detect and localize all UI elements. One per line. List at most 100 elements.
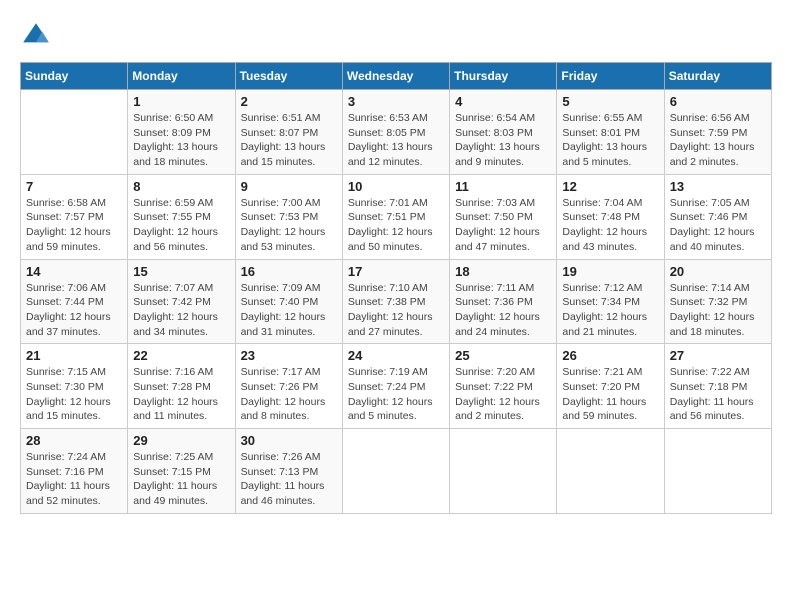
day-info: Sunrise: 7:01 AM Sunset: 7:51 PM Dayligh… — [348, 196, 444, 255]
day-cell — [21, 90, 128, 175]
day-number: 2 — [241, 94, 337, 109]
day-cell: 24 Sunrise: 7:19 AM Sunset: 7:24 PM Dayli… — [342, 344, 449, 429]
header-thursday: Thursday — [450, 63, 557, 90]
header-wednesday: Wednesday — [342, 63, 449, 90]
day-info: Sunrise: 7:26 AM Sunset: 7:13 PM Dayligh… — [241, 450, 337, 509]
day-cell: 17 Sunrise: 7:10 AM Sunset: 7:38 PM Dayli… — [342, 259, 449, 344]
day-info: Sunrise: 6:53 AM Sunset: 8:05 PM Dayligh… — [348, 111, 444, 170]
day-number: 17 — [348, 264, 444, 279]
day-cell: 13Sunrise: 7:05 AM Sunset: 7:46 PM Dayli… — [664, 174, 771, 259]
day-number: 29 — [133, 433, 229, 448]
day-info: Sunrise: 7:14 AM Sunset: 7:32 PM Dayligh… — [670, 281, 766, 340]
header-row: SundayMondayTuesdayWednesdayThursdayFrid… — [21, 63, 772, 90]
day-info: Sunrise: 6:51 AM Sunset: 8:07 PM Dayligh… — [241, 111, 337, 170]
week-row-3: 21 Sunrise: 7:15 AM Sunset: 7:30 PM Dayli… — [21, 344, 772, 429]
day-number: 28 — [26, 433, 122, 448]
day-cell: 5Sunrise: 6:55 AM Sunset: 8:01 PM Daylig… — [557, 90, 664, 175]
day-cell: 26 Sunrise: 7:21 AM Sunset: 7:20 PM Dayli… — [557, 344, 664, 429]
day-info: Sunrise: 7:06 AM Sunset: 7:44 PM Dayligh… — [26, 281, 122, 340]
day-cell — [557, 429, 664, 514]
day-number: 10 — [348, 179, 444, 194]
day-cell: 22Sunrise: 7:16 AM Sunset: 7:28 PM Dayli… — [128, 344, 235, 429]
day-cell: 14 Sunrise: 7:06 AM Sunset: 7:44 PM Dayli… — [21, 259, 128, 344]
day-info: Sunrise: 6:59 AM Sunset: 7:55 PM Dayligh… — [133, 196, 229, 255]
day-number: 24 — [348, 348, 444, 363]
day-info: Sunrise: 7:17 AM Sunset: 7:26 PM Dayligh… — [241, 365, 337, 424]
day-info: Sunrise: 7:19 AM Sunset: 7:24 PM Dayligh… — [348, 365, 444, 424]
day-info: Sunrise: 7:15 AM Sunset: 7:30 PM Dayligh… — [26, 365, 122, 424]
day-cell — [342, 429, 449, 514]
day-number: 26 — [562, 348, 658, 363]
day-number: 12 — [562, 179, 658, 194]
day-cell: 28 Sunrise: 7:24 AM Sunset: 7:16 PM Dayli… — [21, 429, 128, 514]
day-info: Sunrise: 7:00 AM Sunset: 7:53 PM Dayligh… — [241, 196, 337, 255]
day-number: 9 — [241, 179, 337, 194]
calendar-body: 1 Sunrise: 6:50 AM Sunset: 8:09 PM Daylig… — [21, 90, 772, 514]
day-number: 15 — [133, 264, 229, 279]
day-number: 21 — [26, 348, 122, 363]
day-info: Sunrise: 6:55 AM Sunset: 8:01 PM Dayligh… — [562, 111, 658, 170]
day-info: Sunrise: 7:16 AM Sunset: 7:28 PM Dayligh… — [133, 365, 229, 424]
header-tuesday: Tuesday — [235, 63, 342, 90]
day-number: 25 — [455, 348, 551, 363]
day-cell: 4Sunrise: 6:54 AM Sunset: 8:03 PM Daylig… — [450, 90, 557, 175]
day-info: Sunrise: 6:50 AM Sunset: 8:09 PM Dayligh… — [133, 111, 229, 170]
day-number: 27 — [670, 348, 766, 363]
day-cell: 20 Sunrise: 7:14 AM Sunset: 7:32 PM Dayli… — [664, 259, 771, 344]
page-header — [20, 20, 772, 52]
day-number: 1 — [133, 94, 229, 109]
day-number: 8 — [133, 179, 229, 194]
day-info: Sunrise: 7:11 AM Sunset: 7:36 PM Dayligh… — [455, 281, 551, 340]
week-row-4: 28 Sunrise: 7:24 AM Sunset: 7:16 PM Dayli… — [21, 429, 772, 514]
header-sunday: Sunday — [21, 63, 128, 90]
day-info: Sunrise: 7:24 AM Sunset: 7:16 PM Dayligh… — [26, 450, 122, 509]
day-cell: 12 Sunrise: 7:04 AM Sunset: 7:48 PM Dayli… — [557, 174, 664, 259]
calendar-table: SundayMondayTuesdayWednesdayThursdayFrid… — [20, 62, 772, 514]
day-cell: 25Sunrise: 7:20 AM Sunset: 7:22 PM Dayli… — [450, 344, 557, 429]
day-number: 6 — [670, 94, 766, 109]
day-number: 16 — [241, 264, 337, 279]
day-number: 20 — [670, 264, 766, 279]
day-cell: 8 Sunrise: 6:59 AM Sunset: 7:55 PM Daylig… — [128, 174, 235, 259]
day-cell: 18 Sunrise: 7:11 AM Sunset: 7:36 PM Dayli… — [450, 259, 557, 344]
week-row-1: 7 Sunrise: 6:58 AM Sunset: 7:57 PM Daylig… — [21, 174, 772, 259]
day-number: 30 — [241, 433, 337, 448]
day-cell: 30 Sunrise: 7:26 AM Sunset: 7:13 PM Dayli… — [235, 429, 342, 514]
day-info: Sunrise: 7:05 AM Sunset: 7:46 PM Dayligh… — [670, 196, 766, 255]
header-saturday: Saturday — [664, 63, 771, 90]
day-number: 3 — [348, 94, 444, 109]
day-info: Sunrise: 7:04 AM Sunset: 7:48 PM Dayligh… — [562, 196, 658, 255]
day-info: Sunrise: 6:58 AM Sunset: 7:57 PM Dayligh… — [26, 196, 122, 255]
day-info: Sunrise: 7:12 AM Sunset: 7:34 PM Dayligh… — [562, 281, 658, 340]
logo — [20, 20, 56, 52]
day-number: 19 — [562, 264, 658, 279]
day-cell: 23 Sunrise: 7:17 AM Sunset: 7:26 PM Dayli… — [235, 344, 342, 429]
day-number: 7 — [26, 179, 122, 194]
week-row-2: 14 Sunrise: 7:06 AM Sunset: 7:44 PM Dayli… — [21, 259, 772, 344]
day-info: Sunrise: 7:21 AM Sunset: 7:20 PM Dayligh… — [562, 365, 658, 424]
header-monday: Monday — [128, 63, 235, 90]
day-cell: 16Sunrise: 7:09 AM Sunset: 7:40 PM Dayli… — [235, 259, 342, 344]
header-friday: Friday — [557, 63, 664, 90]
day-number: 23 — [241, 348, 337, 363]
day-cell: 6 Sunrise: 6:56 AM Sunset: 7:59 PM Daylig… — [664, 90, 771, 175]
day-cell — [664, 429, 771, 514]
day-cell — [450, 429, 557, 514]
logo-icon — [20, 20, 52, 52]
day-cell: 11 Sunrise: 7:03 AM Sunset: 7:50 PM Dayli… — [450, 174, 557, 259]
day-cell: 7 Sunrise: 6:58 AM Sunset: 7:57 PM Daylig… — [21, 174, 128, 259]
day-cell: 19 Sunrise: 7:12 AM Sunset: 7:34 PM Dayli… — [557, 259, 664, 344]
day-cell: 15Sunrise: 7:07 AM Sunset: 7:42 PM Dayli… — [128, 259, 235, 344]
day-info: Sunrise: 6:56 AM Sunset: 7:59 PM Dayligh… — [670, 111, 766, 170]
day-number: 14 — [26, 264, 122, 279]
day-cell: 9 Sunrise: 7:00 AM Sunset: 7:53 PM Daylig… — [235, 174, 342, 259]
day-info: Sunrise: 7:25 AM Sunset: 7:15 PM Dayligh… — [133, 450, 229, 509]
day-info: Sunrise: 7:03 AM Sunset: 7:50 PM Dayligh… — [455, 196, 551, 255]
day-number: 11 — [455, 179, 551, 194]
day-info: Sunrise: 7:10 AM Sunset: 7:38 PM Dayligh… — [348, 281, 444, 340]
day-info: Sunrise: 6:54 AM Sunset: 8:03 PM Dayligh… — [455, 111, 551, 170]
day-cell: 2 Sunrise: 6:51 AM Sunset: 8:07 PM Daylig… — [235, 90, 342, 175]
week-row-0: 1 Sunrise: 6:50 AM Sunset: 8:09 PM Daylig… — [21, 90, 772, 175]
day-number: 18 — [455, 264, 551, 279]
day-info: Sunrise: 7:22 AM Sunset: 7:18 PM Dayligh… — [670, 365, 766, 424]
